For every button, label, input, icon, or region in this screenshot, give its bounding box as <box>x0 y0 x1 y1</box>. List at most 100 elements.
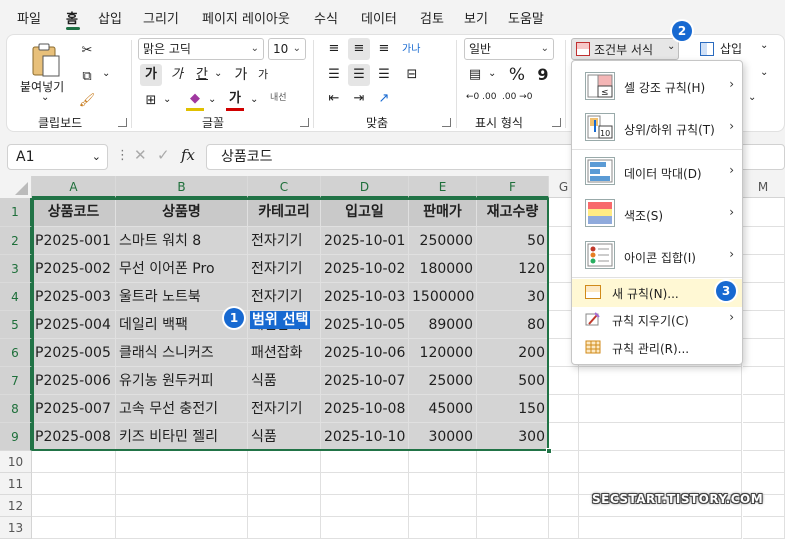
empty-cell[interactable] <box>743 198 785 227</box>
empty-cell[interactable] <box>116 495 248 517</box>
cell-e5[interactable]: 89000 <box>409 311 477 339</box>
empty-cell[interactable] <box>743 367 785 395</box>
empty-cell[interactable] <box>477 451 549 473</box>
copy-chevron-icon[interactable]: ⌄ <box>102 68 110 79</box>
row-header-4[interactable]: 4 <box>0 283 32 311</box>
column-header-a[interactable]: A <box>32 176 116 198</box>
column-header-d[interactable]: D <box>321 176 409 198</box>
column-header-e[interactable]: E <box>409 176 477 198</box>
empty-cell[interactable] <box>321 517 409 539</box>
row-header-2[interactable]: 2 <box>0 227 32 255</box>
cell-b7[interactable]: 유기농 원두커피 <box>116 367 248 395</box>
borders-chevron-icon[interactable]: ⌄ <box>163 94 171 105</box>
row-header-7[interactable]: 7 <box>0 367 32 395</box>
empty-cell[interactable] <box>743 517 785 539</box>
cell-b8[interactable]: 고속 무선 충전기 <box>116 395 248 423</box>
menu-item-data-bars[interactable]: 데이터 막대(D) › <box>572 152 742 192</box>
cell-e4[interactable]: 1500000 <box>409 283 477 311</box>
row-header-12[interactable]: 12 <box>0 495 32 517</box>
empty-cell[interactable] <box>116 451 248 473</box>
cell-b6[interactable]: 클래식 스니커즈 <box>116 339 248 367</box>
row-header-6[interactable]: 6 <box>0 339 32 367</box>
conditional-formatting-button[interactable]: 조건부 서식 ⌄ <box>571 38 679 60</box>
row-header-10[interactable]: 10 <box>0 451 32 473</box>
column-header-c[interactable]: C <box>248 176 321 198</box>
font-launcher-icon[interactable] <box>300 118 309 127</box>
empty-cell[interactable] <box>321 495 409 517</box>
italic-button[interactable]: 가 <box>166 64 188 86</box>
menu-item-top-bottom[interactable]: 10 상위/하위 규칙(T) › <box>572 108 742 148</box>
cell-a6[interactable]: P2025-005 <box>32 339 116 367</box>
empty-cell[interactable] <box>248 495 321 517</box>
header-cell-d[interactable]: 입고일 <box>321 198 409 227</box>
cell-e3[interactable]: 180000 <box>409 255 477 283</box>
cell-d3[interactable]: 2025-10-02 <box>321 255 409 283</box>
row-header-13[interactable]: 13 <box>0 517 32 539</box>
orientation-icon[interactable]: ↗ <box>373 88 395 110</box>
fill-chevron-icon[interactable]: ⌄ <box>208 94 216 105</box>
cell-f7[interactable]: 500 <box>477 367 549 395</box>
empty-cell[interactable] <box>248 451 321 473</box>
cell-c2[interactable]: 전자기기 <box>248 227 321 255</box>
row-header-1[interactable]: 1 <box>0 198 32 227</box>
empty-cell[interactable] <box>477 473 549 495</box>
font-name-select[interactable]: 맑은 고딕 ⌄ <box>138 38 264 60</box>
empty-cell[interactable] <box>743 255 785 283</box>
cell-d5[interactable]: 2025-10-05 <box>321 311 409 339</box>
column-header-m[interactable]: M <box>743 176 783 198</box>
paste-chevron-icon[interactable]: ⌄ <box>41 92 49 103</box>
empty-cell[interactable] <box>579 423 742 451</box>
empty-cell[interactable] <box>32 473 116 495</box>
empty-cell[interactable] <box>549 451 579 473</box>
menu-item-highlight-cells[interactable]: ≤ 셀 강조 규칙(H) › <box>572 66 742 106</box>
empty-cell[interactable] <box>743 395 785 423</box>
cell-d7[interactable]: 2025-10-07 <box>321 367 409 395</box>
empty-cell[interactable] <box>32 517 116 539</box>
cell-e8[interactable]: 45000 <box>409 395 477 423</box>
tab-formulas[interactable]: 수식 <box>314 8 338 27</box>
cell-f3[interactable]: 120 <box>477 255 549 283</box>
cell-f8[interactable]: 150 <box>477 395 549 423</box>
empty-cell[interactable] <box>321 473 409 495</box>
font-size-select[interactable]: 10 ⌄ <box>268 38 306 60</box>
cell-c8[interactable]: 전자기기 <box>248 395 321 423</box>
insert-cells-icon[interactable] <box>700 42 714 56</box>
cell-c7[interactable]: 식품 <box>248 367 321 395</box>
tab-file[interactable]: 파일 <box>17 8 41 27</box>
cell-a4[interactable]: P2025-003 <box>32 283 116 311</box>
cell-a9[interactable]: P2025-008 <box>32 423 116 451</box>
cell-e9[interactable]: 30000 <box>409 423 477 451</box>
cell-e7[interactable]: 25000 <box>409 367 477 395</box>
more-options-icon[interactable]: ⋮ <box>116 148 129 163</box>
cell-c3[interactable]: 전자기기 <box>248 255 321 283</box>
align-bottom-icon[interactable]: ≡ <box>373 38 395 60</box>
decrease-decimal-button[interactable]: .00 →0 <box>502 92 542 102</box>
cell-a3[interactable]: P2025-002 <box>32 255 116 283</box>
column-header-f[interactable]: F <box>477 176 549 198</box>
header-cell-a[interactable]: 상품코드 <box>32 198 116 227</box>
underline-button[interactable]: 간 <box>191 64 213 86</box>
empty-cell[interactable] <box>549 517 579 539</box>
cell-d2[interactable]: 2025-10-01 <box>321 227 409 255</box>
comma-button[interactable]: 9 <box>532 64 554 86</box>
menu-item-clear-rules[interactable]: 규칙 지우기(C) › <box>572 308 742 332</box>
menu-item-icon-sets[interactable]: 아이콘 집합(I) › <box>572 236 742 276</box>
menu-item-color-scales[interactable]: 색조(S) › <box>572 194 742 234</box>
delete-chevron-icon[interactable]: ⌄ <box>760 67 768 78</box>
cell-c9[interactable]: 식품 <box>248 423 321 451</box>
tab-insert[interactable]: 삽입 <box>98 8 122 27</box>
empty-cell[interactable] <box>549 473 579 495</box>
empty-cell[interactable] <box>743 451 785 473</box>
cell-e2[interactable]: 250000 <box>409 227 477 255</box>
fill-handle[interactable] <box>546 448 552 454</box>
tab-home[interactable]: 홈 <box>66 8 78 27</box>
cell-a2[interactable]: P2025-001 <box>32 227 116 255</box>
name-box[interactable]: A1 ⌄ <box>7 144 108 170</box>
cell-f2[interactable]: 50 <box>477 227 549 255</box>
number-launcher-icon[interactable] <box>552 118 561 127</box>
cell-b9[interactable]: 키즈 비타민 젤리 <box>116 423 248 451</box>
cell-d6[interactable]: 2025-10-06 <box>321 339 409 367</box>
grow-font-button[interactable]: 가 <box>230 64 252 86</box>
menu-item-manage-rules[interactable]: 규칙 관리(R)... <box>572 336 742 360</box>
empty-cell[interactable] <box>409 517 477 539</box>
